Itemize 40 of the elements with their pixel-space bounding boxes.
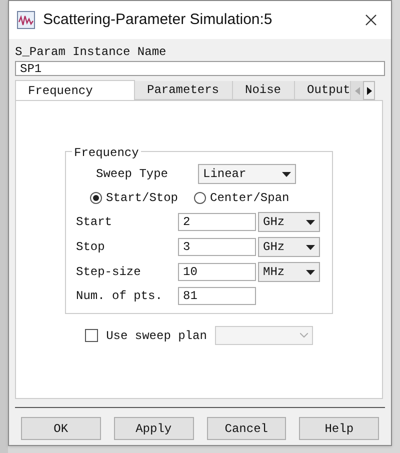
- value-field[interactable]: 81: [178, 287, 256, 305]
- value-field[interactable]: 10: [178, 263, 256, 281]
- sweep-type-label: Sweep Type: [95, 166, 170, 183]
- sweep-plan-checkbox[interactable]: [85, 329, 98, 342]
- tab[interactable]: Output: [295, 81, 351, 100]
- radio-label: Center/Span: [210, 190, 290, 207]
- sweep-plan-label: Use sweep plan: [106, 328, 207, 344]
- right-arrow-icon: [366, 86, 372, 94]
- radio-label: Start/Stop: [106, 190, 178, 207]
- close-icon: [365, 14, 377, 26]
- dropdown-arrow-icon: [306, 220, 315, 224]
- scroll-right-button[interactable]: [363, 81, 375, 100]
- sweep-type-dropdown[interactable]: Linear: [198, 164, 296, 184]
- radio-button[interactable]: [90, 192, 102, 204]
- dialog-button[interactable]: Apply: [114, 417, 194, 440]
- dropdown-arrow-icon: [282, 172, 291, 176]
- left-arrow-icon: [354, 86, 360, 94]
- dialog-button[interactable]: OK: [21, 417, 101, 440]
- radio-button[interactable]: [194, 192, 206, 204]
- unit-dropdown[interactable]: MHz: [258, 262, 320, 282]
- chevron-down-icon: [300, 333, 308, 338]
- unit-dropdown[interactable]: GHz: [258, 212, 320, 232]
- tab[interactable]: Parameters: [135, 81, 233, 100]
- value-field[interactable]: 3: [178, 238, 256, 256]
- field-label: Stop: [76, 239, 106, 256]
- window-title: Scattering-Parameter Simulation:5: [43, 10, 272, 30]
- dropdown-arrow-icon: [306, 244, 315, 250]
- instance-name-label: S_Param Instance Name: [15, 44, 168, 61]
- unit-dropdown[interactable]: GHz: [258, 237, 320, 257]
- dialog-button[interactable]: Cancel: [206, 417, 286, 440]
- dialog-button[interactable]: Help: [299, 417, 379, 440]
- tab[interactable]: Frequency: [15, 80, 135, 100]
- tab[interactable]: Noise: [233, 81, 295, 100]
- dropdown-arrow-icon: [306, 270, 315, 274]
- field-label: Start: [76, 214, 114, 231]
- value-field[interactable]: 2: [178, 213, 256, 231]
- instance-name-field[interactable]: SP1: [15, 61, 385, 76]
- field-label: Step-size: [76, 264, 142, 281]
- simulation-icon: [17, 11, 35, 29]
- field-label: Num. of pts.: [76, 288, 164, 305]
